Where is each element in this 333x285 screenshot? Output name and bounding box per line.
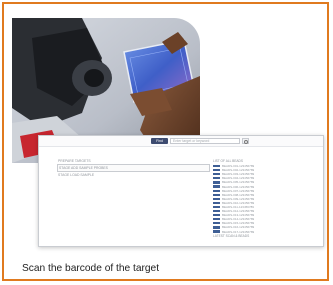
barcode-icon xyxy=(213,181,220,184)
barcode-icon xyxy=(213,226,220,229)
barcode-icon xyxy=(213,218,220,221)
barcode-icon xyxy=(213,173,220,176)
barcode-icon xyxy=(213,201,220,204)
card-frame: Find Enter target or keyword PREPARE TAR… xyxy=(2,2,329,281)
workflow-steps: PREPARE TARGETS STAGE ADD SAMPLE PROBES … xyxy=(57,158,217,178)
barcode-icon xyxy=(213,189,220,192)
barcode-icon xyxy=(213,205,220,209)
barcode-icon xyxy=(213,177,220,180)
find-button[interactable]: Find xyxy=(151,138,168,144)
beads-list: LIST OF ALL BEADS BEADS-001-123456789 BE… xyxy=(213,158,305,234)
app-toolbar: Find Enter target or keyword xyxy=(39,136,323,147)
barcode-icon xyxy=(213,222,220,225)
list-item[interactable]: BEADS-017-123456789 xyxy=(213,230,305,234)
barcode-icon xyxy=(213,197,220,200)
barcode-icon xyxy=(213,230,220,233)
barcode-icon xyxy=(213,185,220,188)
barcode-icon xyxy=(213,209,220,213)
barcode-icon xyxy=(213,164,220,168)
app-screenshot-panel: Find Enter target or keyword PREPARE TAR… xyxy=(38,135,324,247)
barcode-icon xyxy=(213,193,220,196)
list-item-label: BEADS-017-123456789 xyxy=(222,229,255,234)
search-input[interactable]: Enter target or keyword xyxy=(170,138,240,144)
step-item[interactable]: STAGE LOAD SAMPLE xyxy=(57,172,217,178)
search-icon[interactable] xyxy=(242,138,249,144)
barcode-icon xyxy=(213,214,220,217)
barcode-icon xyxy=(213,169,220,172)
step-item-active[interactable]: STAGE ADD SAMPLE PROBES xyxy=(57,164,210,172)
list-footer: LATEST SCAN & BEADS xyxy=(213,234,250,238)
caption-text: Scan the barcode of the target xyxy=(22,263,160,274)
